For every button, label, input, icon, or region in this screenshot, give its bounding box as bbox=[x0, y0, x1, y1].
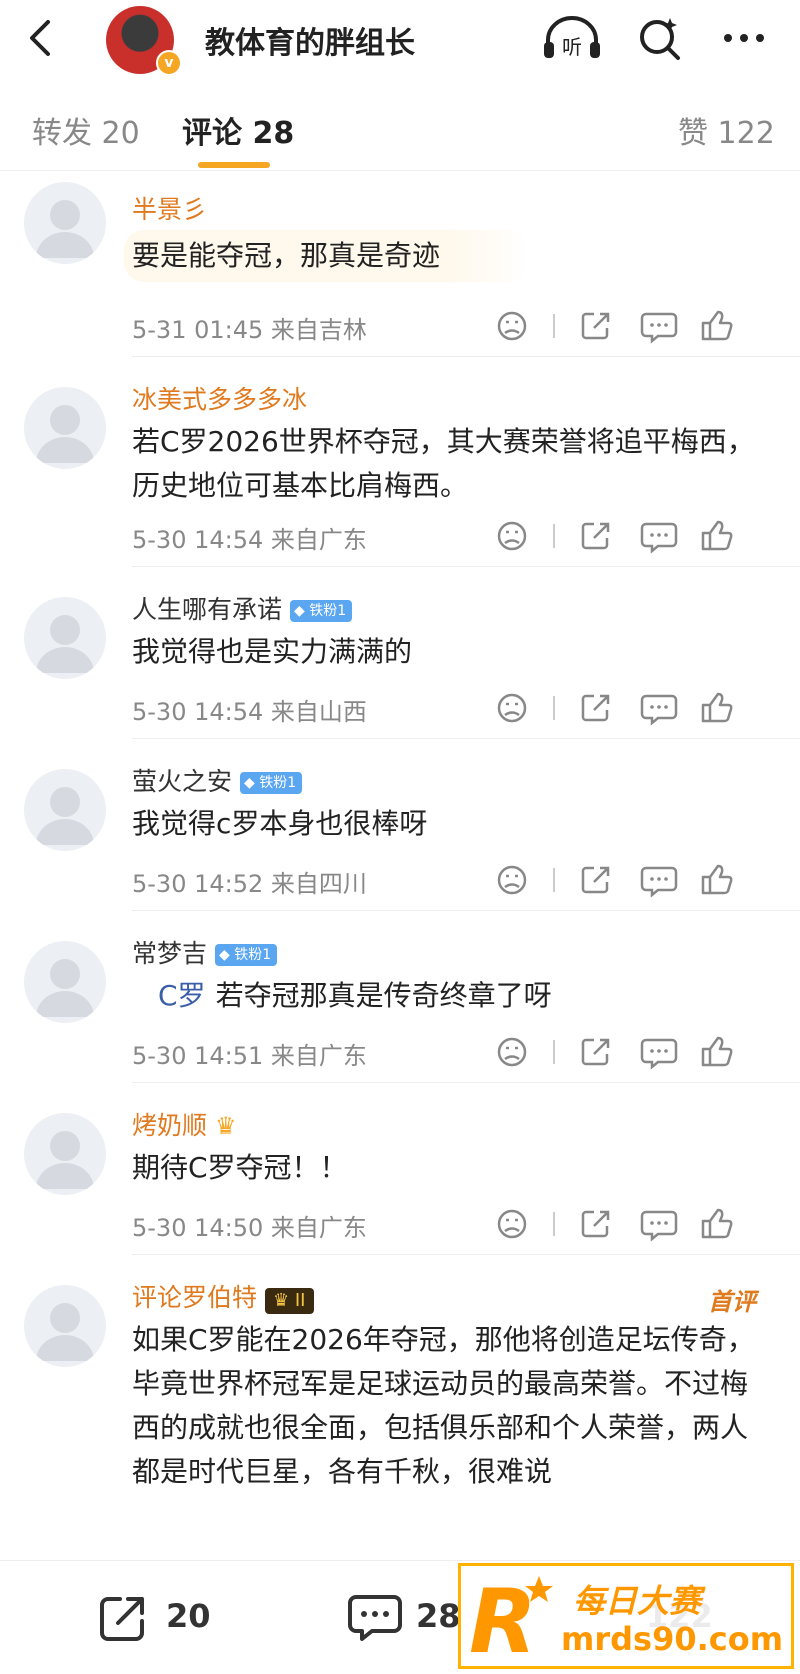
comment-meta: 5-30 14:54 来自广东 bbox=[132, 526, 367, 554]
divider bbox=[132, 1254, 800, 1255]
commenter-avatar[interactable] bbox=[24, 769, 106, 851]
commenter-name[interactable]: 人生哪有承诺 ◆ 铁粉1 bbox=[132, 590, 353, 626]
active-tab-indicator bbox=[198, 162, 270, 168]
comment-actions-icons[interactable] bbox=[490, 688, 780, 728]
commenter-name-text[interactable]: 评论罗伯特 bbox=[132, 1283, 257, 1312]
comment-actions bbox=[490, 1032, 780, 1072]
comment-meta: 5-30 14:50 来自广东 bbox=[132, 1214, 367, 1242]
commenter-name-text[interactable]: 冰美式多多多冰 bbox=[132, 385, 307, 414]
comment-body: 要是能夺冠，那真是奇迹 bbox=[124, 230, 530, 282]
comment-text: 如果C罗能在2026年夺冠，那他将创造足坛传奇，毕竟世界杯冠军是足球运动员的最高… bbox=[132, 1323, 755, 1488]
comment-text: 要是能夺冠，那真是奇迹 bbox=[132, 239, 441, 272]
divider bbox=[132, 566, 800, 567]
svg-text:听: 听 bbox=[562, 35, 582, 59]
tab-like[interactable]: 赞 122 bbox=[678, 108, 775, 152]
verified-badge-icon: v bbox=[156, 50, 182, 76]
commenter-name[interactable]: 萤火之安 ◆ 铁粉1 bbox=[132, 762, 303, 798]
comment-meta: 5-30 14:52 来自四川 bbox=[132, 870, 367, 898]
headphones-listen-icon[interactable]: 听 bbox=[540, 14, 600, 62]
comment-text: 若C罗2026世界杯夺冠，其大赛荣誉将追平梅西，历史地位可基本比肩梅西。 bbox=[132, 425, 755, 502]
commenter-name[interactable]: 常梦吉 ◆ 铁粉1 bbox=[132, 934, 278, 970]
search-sparkle-icon[interactable] bbox=[636, 14, 684, 62]
topic-tag[interactable]: C罗 bbox=[158, 979, 206, 1012]
watermark-brand: 每日大赛 bbox=[573, 1582, 702, 1620]
comment-actions-icons[interactable] bbox=[490, 1204, 780, 1244]
commenter-name-text[interactable]: 半景彡 bbox=[132, 195, 207, 224]
divider bbox=[132, 738, 800, 739]
fan-badge-label: 铁粉1 bbox=[259, 775, 297, 791]
tab-repost[interactable]: 转发 20 bbox=[32, 108, 140, 152]
first-comment-tag: 首评 bbox=[708, 1288, 756, 1316]
comment-actions-icons[interactable] bbox=[490, 516, 780, 556]
comment-text: 期待C罗夺冠！！ bbox=[132, 1151, 348, 1184]
comment-body: C罗 若夺冠那真是传奇终章了呀 bbox=[132, 974, 772, 1018]
watermark-site: mrds90.com bbox=[561, 1620, 784, 1658]
comment-body: 如果C罗能在2026年夺冠，那他将创造足坛传奇，毕竟世界杯冠军是足球运动员的最高… bbox=[132, 1318, 772, 1494]
comment-actions bbox=[490, 860, 780, 900]
commenter-name[interactable]: 半景彡 bbox=[132, 190, 207, 226]
tab-comment[interactable]: 评论 28 bbox=[182, 108, 294, 152]
svg-text:R: R bbox=[469, 1570, 537, 1666]
divider bbox=[132, 910, 800, 911]
commenter-name-text[interactable]: 烤奶顺 bbox=[132, 1111, 207, 1140]
commenter-avatar[interactable] bbox=[24, 387, 106, 469]
commenter-name-text[interactable]: 常梦吉 bbox=[132, 939, 207, 968]
comment-actions bbox=[490, 306, 780, 346]
comment-meta: 5-31 01:45 来自吉林 bbox=[132, 316, 367, 344]
level-badge: ♛ II bbox=[265, 1288, 314, 1314]
comment-body: 期待C罗夺冠！！ bbox=[132, 1146, 772, 1190]
fan-badge-label: 铁粉1 bbox=[234, 947, 272, 963]
commenter-avatar[interactable] bbox=[24, 1285, 106, 1367]
comment-actions-icons[interactable] bbox=[490, 1032, 780, 1072]
author-name[interactable]: 教体育的胖组长 bbox=[205, 18, 415, 62]
comment-actions bbox=[490, 1204, 780, 1244]
crown-icon: ♛ bbox=[215, 1112, 237, 1140]
repost-icon[interactable] bbox=[98, 1591, 150, 1643]
top-bar: v 教体育的胖组长 听 bbox=[0, 0, 800, 80]
comment-actions bbox=[490, 516, 780, 556]
commenter-avatar[interactable] bbox=[24, 941, 106, 1023]
divider bbox=[132, 1082, 800, 1083]
fan-badge-label: 铁粉1 bbox=[309, 603, 347, 619]
divider bbox=[132, 356, 800, 357]
comment-body: 我觉得c罗本身也很棒呀 bbox=[132, 802, 772, 846]
comment-text: 我觉得c罗本身也很棒呀 bbox=[132, 807, 428, 840]
commenter-name[interactable]: 冰美式多多多冰 bbox=[132, 380, 307, 416]
watermark-logo: R 每日大赛 mrds90.com bbox=[458, 1563, 794, 1669]
comment-meta: 5-30 14:54 来自山西 bbox=[132, 698, 367, 726]
comment-meta: 5-30 14:51 来自广东 bbox=[132, 1042, 367, 1070]
comment-actions bbox=[490, 688, 780, 728]
comment-body: 我觉得也是实力满满的 bbox=[132, 630, 772, 674]
comment-icon[interactable] bbox=[348, 1591, 402, 1643]
commenter-name-text[interactable]: 萤火之安 bbox=[132, 767, 232, 796]
comment-count[interactable]: 28 bbox=[416, 1597, 461, 1635]
commenter-avatar[interactable] bbox=[24, 1113, 106, 1195]
commenter-name[interactable]: 烤奶顺 ♛ bbox=[132, 1106, 237, 1142]
comment-text: 若夺冠那真是传奇终章了呀 bbox=[215, 979, 552, 1012]
fan-badge: ◆ 铁粉1 bbox=[240, 772, 303, 794]
level-badge-label: II bbox=[294, 1290, 306, 1311]
commenter-avatar[interactable] bbox=[24, 597, 106, 679]
repost-count[interactable]: 20 bbox=[166, 1597, 211, 1635]
fan-badge: ◆ 铁粉1 bbox=[215, 944, 278, 966]
more-dots-icon[interactable] bbox=[720, 14, 768, 62]
comment-actions-icons[interactable] bbox=[490, 860, 780, 900]
commenter-avatar[interactable] bbox=[24, 182, 106, 264]
comment-text: 我觉得也是实力满满的 bbox=[132, 635, 413, 668]
back-arrow-icon[interactable] bbox=[22, 18, 62, 58]
commenter-name[interactable]: 评论罗伯特 ♛ II bbox=[132, 1278, 314, 1314]
comment-body: 若C罗2026世界杯夺冠，其大赛荣誉将追平梅西，历史地位可基本比肩梅西。 bbox=[132, 420, 772, 508]
comment-actions-icons[interactable] bbox=[490, 306, 780, 346]
commenter-name-text[interactable]: 人生哪有承诺 bbox=[132, 595, 282, 624]
fan-badge: ◆ 铁粉1 bbox=[290, 600, 353, 622]
tab-bar: 转发 20 评论 28 赞 122 bbox=[0, 90, 800, 171]
